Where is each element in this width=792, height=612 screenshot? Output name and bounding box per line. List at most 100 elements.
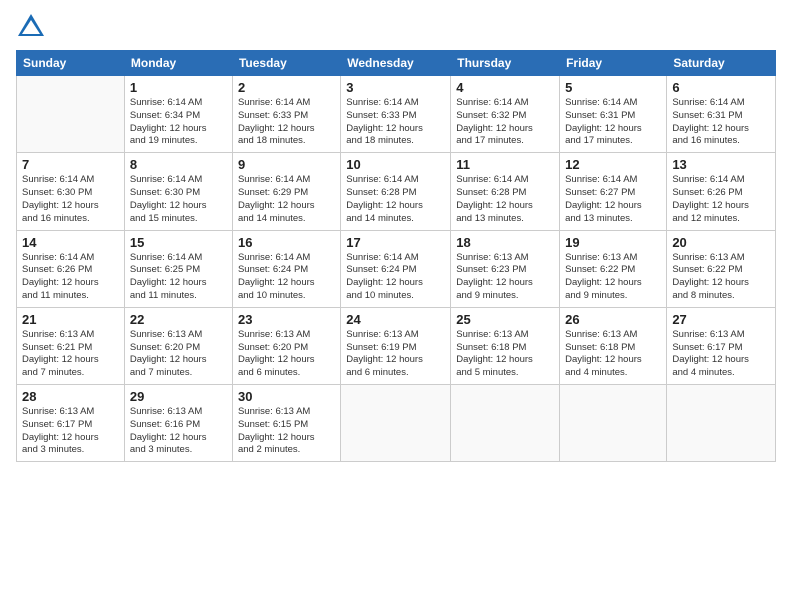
day-number: 25 xyxy=(456,312,554,327)
day-number: 16 xyxy=(238,235,335,250)
calendar-cell: 7Sunrise: 6:14 AM Sunset: 6:30 PM Daylig… xyxy=(17,153,125,230)
day-info: Sunrise: 6:13 AM Sunset: 6:18 PM Dayligh… xyxy=(565,329,661,380)
calendar-body: 1 Sunrise: 6:14 AM Sunset: 6:34 PM Daylig… xyxy=(17,76,776,462)
day-info: Sunrise: 6:14 AM Sunset: 6:31 PM Dayligh… xyxy=(672,97,770,148)
day-info: Sunrise: 6:14 AM Sunset: 6:26 PM Dayligh… xyxy=(22,252,119,303)
day-info: Sunrise: 6:14 AM Sunset: 6:25 PM Dayligh… xyxy=(130,252,227,303)
calendar-cell: 1 Sunrise: 6:14 AM Sunset: 6:34 PM Daylig… xyxy=(124,76,232,153)
calendar-cell: 27 Sunrise: 6:13 AM Sunset: 6:17 PM Dayli… xyxy=(667,307,776,384)
day-number: 18 xyxy=(456,235,554,250)
calendar-cell: 28 Sunrise: 6:13 AM Sunset: 6:17 PM Dayli… xyxy=(17,385,125,462)
calendar-cell: 11Sunrise: 6:14 AM Sunset: 6:28 PM Dayli… xyxy=(451,153,560,230)
day-number: 1 xyxy=(130,80,227,95)
day-number: 27 xyxy=(672,312,770,327)
day-info: Sunrise: 6:13 AM Sunset: 6:15 PM Dayligh… xyxy=(238,406,335,457)
day-number: 5 xyxy=(565,80,661,95)
day-info: Sunrise: 6:14 AM Sunset: 6:27 PM Dayligh… xyxy=(565,174,661,225)
day-info: Sunrise: 6:13 AM Sunset: 6:22 PM Dayligh… xyxy=(565,252,661,303)
calendar-header-cell: Friday xyxy=(560,51,667,76)
day-number: 3 xyxy=(346,80,445,95)
calendar-cell: 21 Sunrise: 6:13 AM Sunset: 6:21 PM Dayli… xyxy=(17,307,125,384)
day-number: 29 xyxy=(130,389,227,404)
logo-icon xyxy=(16,12,46,42)
calendar-cell: 30 Sunrise: 6:13 AM Sunset: 6:15 PM Dayli… xyxy=(232,385,340,462)
calendar-cell: 3 Sunrise: 6:14 AM Sunset: 6:33 PM Daylig… xyxy=(341,76,451,153)
calendar-week-row: 7 Sunrise: 6:14 AM Sunset: 6:30 PM Daylig… xyxy=(17,153,776,230)
day-number: 13 xyxy=(672,157,770,172)
calendar-week-row: 28 Sunrise: 6:13 AM Sunset: 6:17 PM Dayli… xyxy=(17,385,776,462)
calendar-week-row: 21 Sunrise: 6:13 AM Sunset: 6:21 PM Dayli… xyxy=(17,307,776,384)
page: SundayMondayTuesdayWednesdayThursdayFrid… xyxy=(0,0,792,612)
day-info: Sunrise: 6:13 AM Sunset: 6:19 PM Dayligh… xyxy=(346,329,445,380)
day-info: Sunrise: 6:14 AM Sunset: 6:29 PM Dayligh… xyxy=(238,174,335,225)
calendar-header-row: SundayMondayTuesdayWednesdayThursdayFrid… xyxy=(17,51,776,76)
day-number: 7 xyxy=(22,157,119,172)
calendar-header-cell: Saturday xyxy=(667,51,776,76)
calendar-header-cell: Tuesday xyxy=(232,51,340,76)
day-number: 12 xyxy=(565,157,661,172)
calendar-cell xyxy=(560,385,667,462)
calendar-cell: 26 Sunrise: 6:13 AM Sunset: 6:18 PM Dayli… xyxy=(560,307,667,384)
calendar-header-cell: Wednesday xyxy=(341,51,451,76)
calendar-cell: 23Sunrise: 6:13 AM Sunset: 6:20 PM Dayli… xyxy=(232,307,340,384)
day-number: 8 xyxy=(130,157,227,172)
day-info: Sunrise: 6:14 AM Sunset: 6:34 PM Dayligh… xyxy=(130,97,227,148)
day-number: 14 xyxy=(22,235,119,250)
day-info: Sunrise: 6:13 AM Sunset: 6:20 PM Dayligh… xyxy=(130,329,227,380)
day-info: Sunrise: 6:13 AM Sunset: 6:23 PM Dayligh… xyxy=(456,252,554,303)
day-number: 28 xyxy=(22,389,119,404)
day-info: Sunrise: 6:13 AM Sunset: 6:18 PM Dayligh… xyxy=(456,329,554,380)
calendar-cell: 5 Sunrise: 6:14 AM Sunset: 6:31 PM Daylig… xyxy=(560,76,667,153)
calendar-cell: 20 Sunrise: 6:13 AM Sunset: 6:22 PM Dayli… xyxy=(667,230,776,307)
calendar-cell: 12 Sunrise: 6:14 AM Sunset: 6:27 PM Dayli… xyxy=(560,153,667,230)
calendar: SundayMondayTuesdayWednesdayThursdayFrid… xyxy=(16,50,776,462)
day-info: Sunrise: 6:14 AM Sunset: 6:30 PM Dayligh… xyxy=(130,174,227,225)
day-number: 4 xyxy=(456,80,554,95)
day-info: Sunrise: 6:13 AM Sunset: 6:17 PM Dayligh… xyxy=(22,406,119,457)
day-number: 22 xyxy=(130,312,227,327)
calendar-week-row: 14 Sunrise: 6:14 AM Sunset: 6:26 PM Dayli… xyxy=(17,230,776,307)
day-number: 19 xyxy=(565,235,661,250)
calendar-cell: 16Sunrise: 6:14 AM Sunset: 6:24 PM Dayli… xyxy=(232,230,340,307)
calendar-cell: 19 Sunrise: 6:13 AM Sunset: 6:22 PM Dayli… xyxy=(560,230,667,307)
calendar-cell: 6 Sunrise: 6:14 AM Sunset: 6:31 PM Daylig… xyxy=(667,76,776,153)
calendar-cell: 2Sunrise: 6:14 AM Sunset: 6:33 PM Daylig… xyxy=(232,76,340,153)
header xyxy=(16,12,776,42)
calendar-cell xyxy=(667,385,776,462)
day-number: 23 xyxy=(238,312,335,327)
day-info: Sunrise: 6:13 AM Sunset: 6:16 PM Dayligh… xyxy=(130,406,227,457)
day-number: 20 xyxy=(672,235,770,250)
calendar-cell: 15Sunrise: 6:14 AM Sunset: 6:25 PM Dayli… xyxy=(124,230,232,307)
calendar-cell xyxy=(17,76,125,153)
calendar-cell: 22 Sunrise: 6:13 AM Sunset: 6:20 PM Dayli… xyxy=(124,307,232,384)
day-info: Sunrise: 6:14 AM Sunset: 6:31 PM Dayligh… xyxy=(565,97,661,148)
day-number: 10 xyxy=(346,157,445,172)
day-info: Sunrise: 6:13 AM Sunset: 6:21 PM Dayligh… xyxy=(22,329,119,380)
day-number: 2 xyxy=(238,80,335,95)
calendar-header-cell: Thursday xyxy=(451,51,560,76)
calendar-cell: 24Sunrise: 6:13 AM Sunset: 6:19 PM Dayli… xyxy=(341,307,451,384)
day-number: 26 xyxy=(565,312,661,327)
calendar-cell: 17Sunrise: 6:14 AM Sunset: 6:24 PM Dayli… xyxy=(341,230,451,307)
day-info: Sunrise: 6:14 AM Sunset: 6:32 PM Dayligh… xyxy=(456,97,554,148)
day-info: Sunrise: 6:13 AM Sunset: 6:17 PM Dayligh… xyxy=(672,329,770,380)
day-info: Sunrise: 6:14 AM Sunset: 6:28 PM Dayligh… xyxy=(456,174,554,225)
calendar-cell: 8 Sunrise: 6:14 AM Sunset: 6:30 PM Daylig… xyxy=(124,153,232,230)
day-info: Sunrise: 6:14 AM Sunset: 6:33 PM Dayligh… xyxy=(346,97,445,148)
calendar-header-cell: Sunday xyxy=(17,51,125,76)
logo xyxy=(16,12,50,42)
calendar-cell: 13 Sunrise: 6:14 AM Sunset: 6:26 PM Dayli… xyxy=(667,153,776,230)
day-info: Sunrise: 6:14 AM Sunset: 6:24 PM Dayligh… xyxy=(346,252,445,303)
day-info: Sunrise: 6:13 AM Sunset: 6:22 PM Dayligh… xyxy=(672,252,770,303)
calendar-week-row: 1 Sunrise: 6:14 AM Sunset: 6:34 PM Daylig… xyxy=(17,76,776,153)
day-info: Sunrise: 6:14 AM Sunset: 6:26 PM Dayligh… xyxy=(672,174,770,225)
day-number: 21 xyxy=(22,312,119,327)
calendar-cell: 25 Sunrise: 6:13 AM Sunset: 6:18 PM Dayli… xyxy=(451,307,560,384)
calendar-cell: 29 Sunrise: 6:13 AM Sunset: 6:16 PM Dayli… xyxy=(124,385,232,462)
calendar-cell: 4 Sunrise: 6:14 AM Sunset: 6:32 PM Daylig… xyxy=(451,76,560,153)
day-number: 30 xyxy=(238,389,335,404)
calendar-header-cell: Monday xyxy=(124,51,232,76)
day-number: 9 xyxy=(238,157,335,172)
day-number: 6 xyxy=(672,80,770,95)
day-info: Sunrise: 6:14 AM Sunset: 6:28 PM Dayligh… xyxy=(346,174,445,225)
